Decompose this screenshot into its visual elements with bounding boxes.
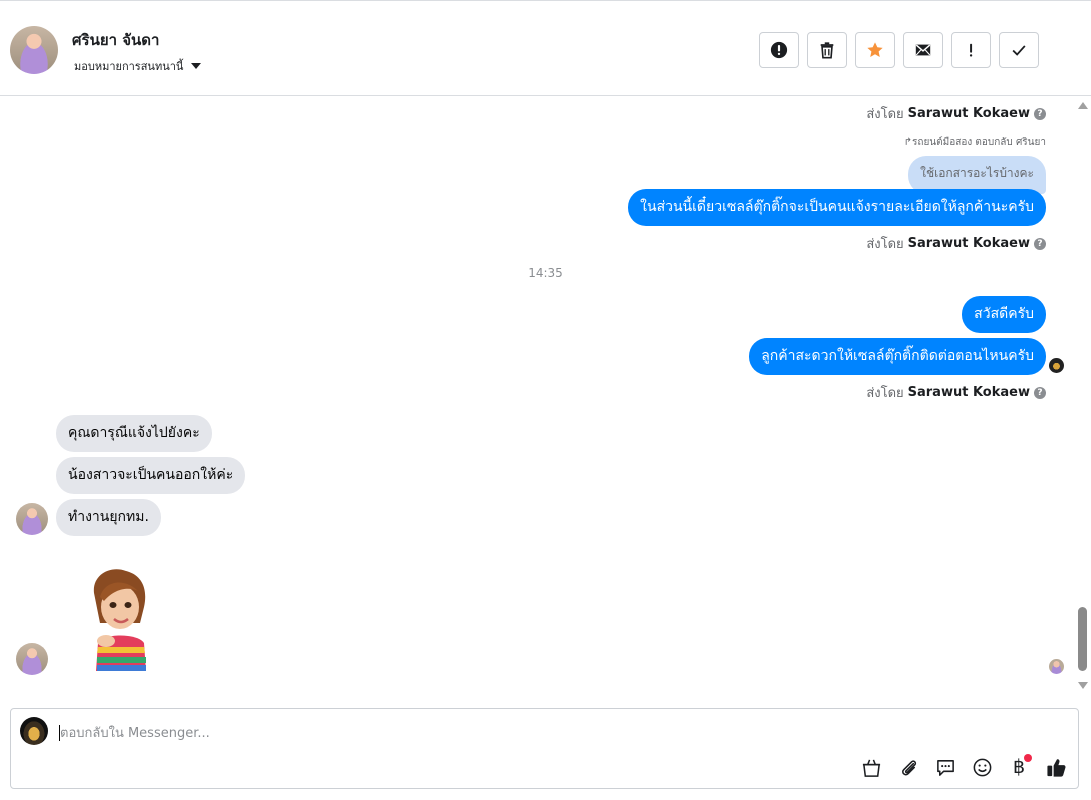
scroll-thumb[interactable]: [1078, 607, 1087, 671]
help-icon[interactable]: ?: [1034, 107, 1046, 120]
sent-by-label: ส่งโดย Sarawut Kokaew ?: [866, 103, 1046, 124]
reply-arrow-icon: ↱: [903, 137, 913, 148]
incoming-message[interactable]: น้องสาวจะเป็นคนออกให้ค่ะ: [56, 457, 246, 494]
seen-indicator-avatar: [1049, 659, 1064, 674]
outgoing-message[interactable]: ในส่วนนี้เดี๋ยวเซลล์ตุ๊กติ๊กจะเป็นคนแจ้ง…: [628, 189, 1046, 226]
mark-done-button[interactable]: [999, 32, 1039, 68]
payment-button[interactable]: ฿: [1007, 754, 1032, 779]
agent-name[interactable]: Sarawut Kokaew: [908, 236, 1030, 251]
seen-indicator-avatar: [1049, 358, 1064, 373]
help-icon[interactable]: ?: [1034, 237, 1046, 250]
outgoing-message[interactable]: สวัสดีครับ: [962, 296, 1046, 333]
trash-icon: [820, 42, 834, 59]
assign-conversation-dropdown[interactable]: มอบหมายการสนทนานี้: [74, 57, 202, 75]
delete-button[interactable]: [807, 32, 847, 68]
like-button[interactable]: [1044, 755, 1068, 779]
scroll-up-arrow-icon[interactable]: [1078, 102, 1088, 109]
envelope-icon: [915, 44, 931, 56]
thread-scrollbar[interactable]: [1075, 97, 1091, 697]
contact-name[interactable]: ศรินยา จันดา: [72, 28, 159, 52]
contact-avatar[interactable]: [10, 26, 58, 74]
caret-down-icon: [191, 63, 202, 69]
header-actions: [759, 32, 1039, 68]
conversation-header: ศรินยา จันดา มอบหมายการสนทนานี้: [0, 0, 1091, 96]
contact-avatar-small[interactable]: [16, 503, 48, 535]
agent-name[interactable]: Sarawut Kokaew: [908, 385, 1030, 400]
alert-circle-icon: [770, 41, 788, 59]
incoming-message[interactable]: คุณดารุณีแจ้งไปยังคะ: [56, 415, 212, 452]
help-icon[interactable]: ?: [1034, 386, 1046, 399]
reply-context-note: ↱รถยนต์มือสอง ตอบกลับ ศรินยา: [903, 137, 1046, 148]
star-icon: [867, 42, 883, 58]
exclamation-icon: [969, 43, 973, 57]
sent-by-label: ส่งโดย Sarawut Kokaew ?: [866, 382, 1046, 403]
reply-composer: ฿: [10, 708, 1079, 789]
sticker-avatar-image[interactable]: [80, 567, 162, 671]
paperclip-icon: [901, 759, 916, 775]
shopping-bag-icon: [862, 759, 880, 777]
attach-file-button[interactable]: [896, 755, 920, 779]
shopping-bag-button[interactable]: [859, 755, 883, 779]
check-icon: [1012, 45, 1026, 56]
reply-input[interactable]: [60, 722, 760, 744]
message-thread[interactable]: ส่งโดย Sarawut Kokaew ? ↱รถยนต์มือสอง ตอ…: [0, 97, 1091, 697]
notification-dot: [1024, 754, 1032, 762]
emoji-icon: [973, 758, 991, 776]
outgoing-message[interactable]: ลูกค้าสะดวกให้เซลล์ตุ๊กติ๊กติดต่อตอนไหนค…: [749, 338, 1046, 375]
agent-name[interactable]: Sarawut Kokaew: [908, 106, 1030, 121]
sent-by-label: ส่งโดย Sarawut Kokaew ?: [866, 233, 1046, 254]
saved-reply-button[interactable]: [933, 755, 957, 779]
page-avatar: [20, 717, 48, 745]
scroll-down-arrow-icon[interactable]: [1078, 682, 1088, 689]
star-button[interactable]: [855, 32, 895, 68]
emoji-button[interactable]: [970, 755, 994, 779]
contact-avatar-small[interactable]: [16, 643, 48, 675]
composer-toolbar: ฿: [859, 754, 1068, 779]
spam-button[interactable]: [759, 32, 799, 68]
assign-label: มอบหมายการสนทนานี้: [74, 60, 184, 73]
follow-up-button[interactable]: [951, 32, 991, 68]
like-icon: [1046, 758, 1066, 777]
saved-reply-icon: [936, 759, 954, 776]
incoming-message[interactable]: ทำงานยุกทม.: [56, 499, 161, 536]
mark-unread-button[interactable]: [903, 32, 943, 68]
timestamp-divider: 14:35: [528, 266, 563, 280]
